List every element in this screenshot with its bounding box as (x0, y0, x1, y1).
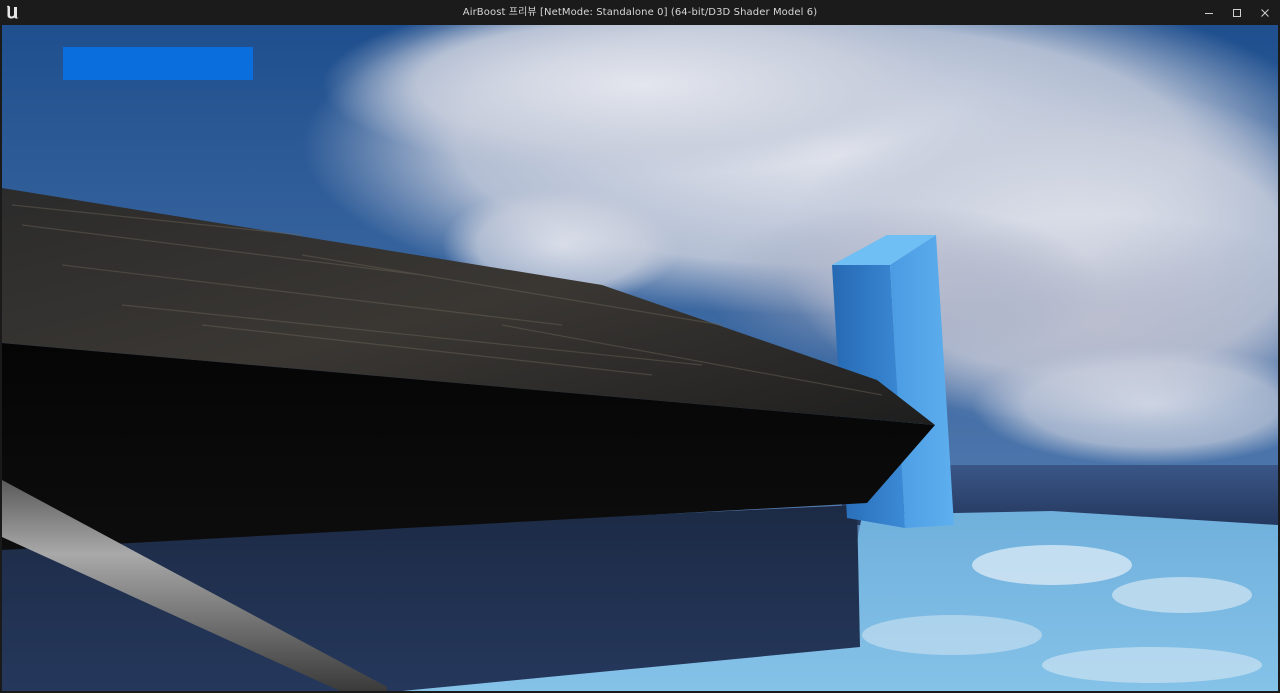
hud-progress-bar (63, 47, 253, 80)
close-icon (1261, 8, 1269, 17)
maximize-icon (1233, 8, 1241, 17)
minimize-button[interactable] (1194, 0, 1224, 25)
close-button[interactable] (1250, 0, 1280, 25)
window-titlebar[interactable]: AirBoost 프리뷰 [NetMode: Standalone 0] (64… (0, 0, 1280, 25)
game-scene (2, 25, 1278, 691)
minimize-icon (1205, 12, 1213, 14)
window-title: AirBoost 프리뷰 [NetMode: Standalone 0] (64… (462, 7, 818, 18)
game-viewport[interactable] (2, 25, 1278, 691)
maximize-button[interactable] (1222, 0, 1252, 25)
